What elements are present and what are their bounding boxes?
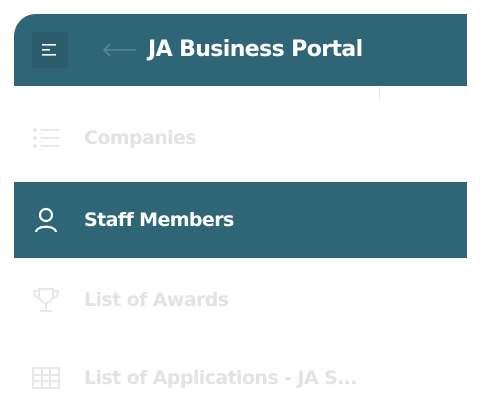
sidebar-item-staff-members[interactable]: Staff Members — [14, 182, 467, 258]
back-button[interactable] — [98, 36, 138, 64]
sidebar-item-label: Companies — [84, 127, 197, 149]
sidebar-item-list-of-awards[interactable]: List of Awards — [14, 262, 467, 338]
table-icon — [32, 364, 60, 392]
top-strip — [0, 0, 481, 14]
sidebar-item-label: List of Awards — [84, 289, 229, 311]
divider — [379, 86, 380, 100]
sidebar-item-label: List of Applications - JA S... — [84, 367, 358, 389]
sidebar-item-list-of-applications[interactable]: List of Applications - JA S... — [14, 340, 467, 416]
sidebar-item-label: Staff Members — [84, 209, 234, 231]
page-title: JA Business Portal — [148, 37, 363, 62]
menu-lines-icon — [42, 44, 56, 56]
menu-toggle-button[interactable] — [32, 32, 68, 68]
sidebar-item-companies[interactable]: Companies — [14, 100, 467, 176]
list-icon — [32, 124, 60, 152]
arrow-left-icon — [102, 43, 136, 57]
app-header: JA Business Portal — [14, 14, 467, 86]
user-icon — [32, 206, 60, 234]
trophy-icon — [32, 286, 60, 314]
